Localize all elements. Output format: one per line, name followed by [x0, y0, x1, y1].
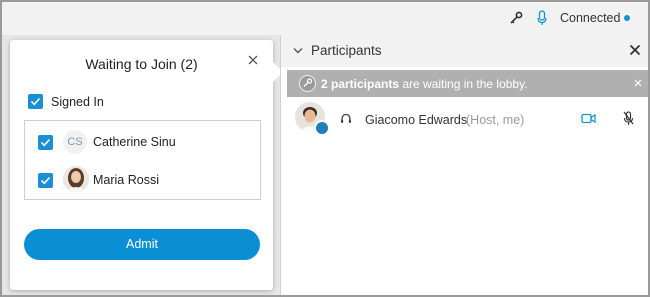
- lobby-message: 2 participants are waiting in the lobby.: [321, 77, 528, 91]
- participant-role: (Host, me): [466, 113, 525, 127]
- participant-name: Giacomo Edwards: [365, 113, 468, 127]
- close-icon[interactable]: [629, 44, 641, 56]
- status-bar: Connected: [2, 2, 648, 35]
- chevron-down-icon[interactable]: [293, 47, 303, 55]
- lobby-count: 2 participants: [321, 77, 400, 91]
- key-icon[interactable]: [509, 11, 523, 25]
- admit-button[interactable]: Admit: [24, 229, 260, 260]
- video-camera-icon[interactable]: [581, 113, 596, 124]
- dismiss-icon[interactable]: [634, 79, 642, 87]
- app-window: Connected Waiting to Join (2) Signed In: [0, 0, 650, 297]
- panel-title: Participants: [311, 43, 382, 58]
- waiting-list: CS Catherine Sinu Maria Rossi: [24, 120, 261, 200]
- waiting-to-join-popup: Waiting to Join (2) Signed In CS Catheri…: [10, 40, 283, 290]
- signed-in-label: Signed In: [51, 95, 104, 109]
- list-item: CS Catherine Sinu: [25, 123, 260, 161]
- presence-badge: [314, 120, 330, 136]
- participant-row[interactable]: Giacomo Edwards (Host, me): [281, 100, 648, 140]
- headset-icon: [341, 113, 351, 123]
- catherine-checkbox[interactable]: [38, 135, 53, 150]
- connection-status: Connected: [560, 11, 621, 25]
- panel-header: Participants: [281, 35, 648, 67]
- popup-title: Waiting to Join (2): [85, 56, 198, 72]
- avatar: [63, 166, 89, 192]
- participant-name: Catherine Sinu: [93, 135, 176, 149]
- signed-in-checkbox[interactable]: [28, 94, 43, 109]
- lobby-message-rest: are waiting in the lobby.: [399, 77, 528, 91]
- maria-checkbox[interactable]: [38, 173, 53, 188]
- key-icon: [299, 75, 316, 92]
- checkmark-icon: [40, 176, 51, 185]
- participant-name: Maria Rossi: [93, 173, 159, 187]
- participants-panel: Participants 2 participants are waiting …: [281, 35, 648, 295]
- avatar: CS: [63, 130, 87, 154]
- checkmark-icon: [30, 97, 41, 106]
- microphone-icon[interactable]: [536, 10, 548, 26]
- list-item: Maria Rossi: [25, 161, 260, 199]
- connection-indicator: [624, 15, 630, 21]
- lobby-banner: 2 participants are waiting in the lobby.: [287, 70, 648, 97]
- checkmark-icon: [40, 138, 51, 147]
- microphone-muted-icon[interactable]: [623, 111, 634, 126]
- close-icon[interactable]: [247, 54, 259, 66]
